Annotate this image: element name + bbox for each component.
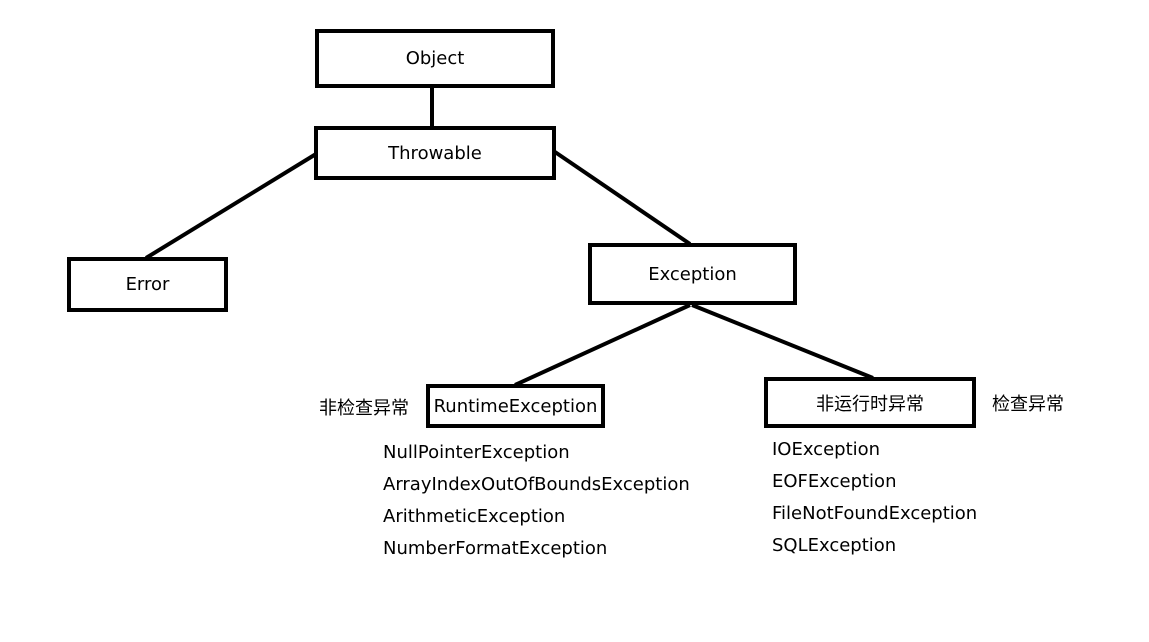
- node-exception: Exception: [588, 243, 797, 305]
- node-non-runtime-exception: 非运行时异常: [764, 377, 976, 428]
- list-item: SQLException: [772, 535, 897, 556]
- list-item: NullPointerException: [383, 442, 570, 463]
- checked-exception-list: IOException EOFException FileNotFoundExc…: [772, 434, 977, 562]
- node-runtime-exception: RuntimeException: [426, 384, 605, 428]
- edge-exception-runtime: [514, 303, 691, 387]
- list-item: NumberFormatException: [383, 538, 608, 559]
- node-runtime-exception-label: RuntimeException: [433, 395, 598, 417]
- list-item: IOException: [772, 439, 881, 460]
- node-exception-label: Exception: [648, 263, 737, 285]
- node-throwable-label: Throwable: [388, 142, 482, 164]
- exception-hierarchy-diagram: Object Throwable Error Exception Runtime…: [0, 0, 1149, 642]
- label-unchecked: 非检查异常: [319, 398, 409, 419]
- node-object: Object: [315, 29, 555, 88]
- node-throwable: Throwable: [314, 126, 556, 180]
- list-item: ArrayIndexOutOfBoundsException: [383, 474, 690, 495]
- label-checked: 检查异常: [992, 394, 1064, 415]
- node-object-label: Object: [405, 48, 465, 69]
- edge-throwable-error: [144, 152, 318, 260]
- list-item: ArithmeticException: [383, 506, 566, 527]
- node-error-label: Error: [125, 274, 170, 295]
- edge-throwable-exception: [553, 150, 692, 246]
- edge-exception-nonruntime: [691, 303, 874, 380]
- node-error: Error: [67, 257, 228, 312]
- list-item: FileNotFoundException: [772, 503, 978, 524]
- runtime-exception-list: NullPointerException ArrayIndexOutOfBoun…: [383, 437, 690, 565]
- node-non-runtime-exception-label: 非运行时异常: [816, 393, 924, 415]
- list-item: EOFException: [772, 471, 897, 492]
